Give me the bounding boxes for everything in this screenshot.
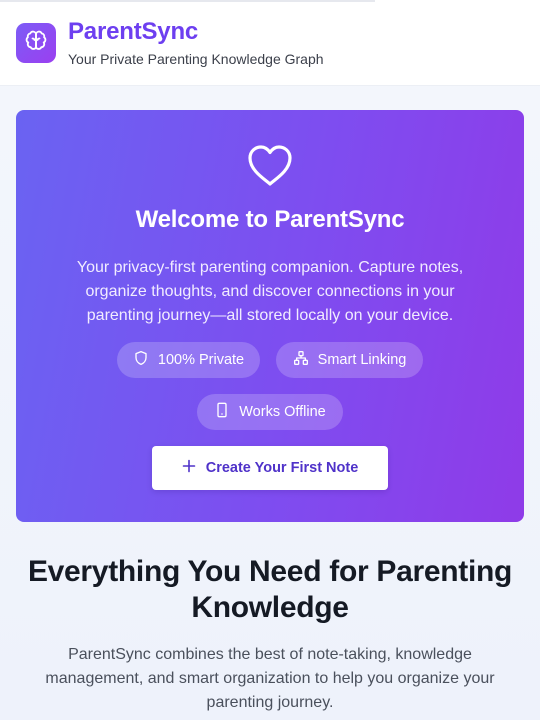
app-header: ParentSync Your Private Parenting Knowle… <box>0 0 540 86</box>
cta-label: Create Your First Note <box>205 460 359 476</box>
feature-chip-linking: Smart Linking <box>276 342 423 378</box>
smartphone-icon <box>214 402 230 422</box>
app-logo[interactable] <box>16 23 56 63</box>
app-subtitle: Your Private Parenting Knowledge Graph <box>68 51 324 67</box>
plus-icon <box>182 459 196 477</box>
header-divider <box>0 0 375 2</box>
features-description: ParentSync combines the best of note-tak… <box>45 646 495 711</box>
chip-label: 100% Private <box>157 352 245 368</box>
shield-icon <box>133 350 149 370</box>
welcome-hero-card: Welcome to ParentSync Your privacy-first… <box>16 110 524 522</box>
brain-icon <box>24 29 48 58</box>
hero-description: Your privacy-first parenting companion. … <box>76 259 464 324</box>
feature-chip-offline: Works Offline <box>197 394 343 430</box>
hero-title: Welcome to ParentSync <box>135 206 405 233</box>
chip-label: Works Offline <box>239 404 326 420</box>
feature-chip-private: 100% Private <box>117 342 260 378</box>
app-title: ParentSync <box>68 18 199 45</box>
heart-icon <box>246 144 294 188</box>
page: ParentSync Your Private Parenting Knowle… <box>0 0 540 720</box>
features-heading: Everything You Need for Parenting Knowle… <box>27 555 513 624</box>
create-first-note-button[interactable]: Create Your First Note <box>152 446 388 490</box>
network-icon <box>293 350 309 370</box>
chip-label: Smart Linking <box>317 352 407 368</box>
